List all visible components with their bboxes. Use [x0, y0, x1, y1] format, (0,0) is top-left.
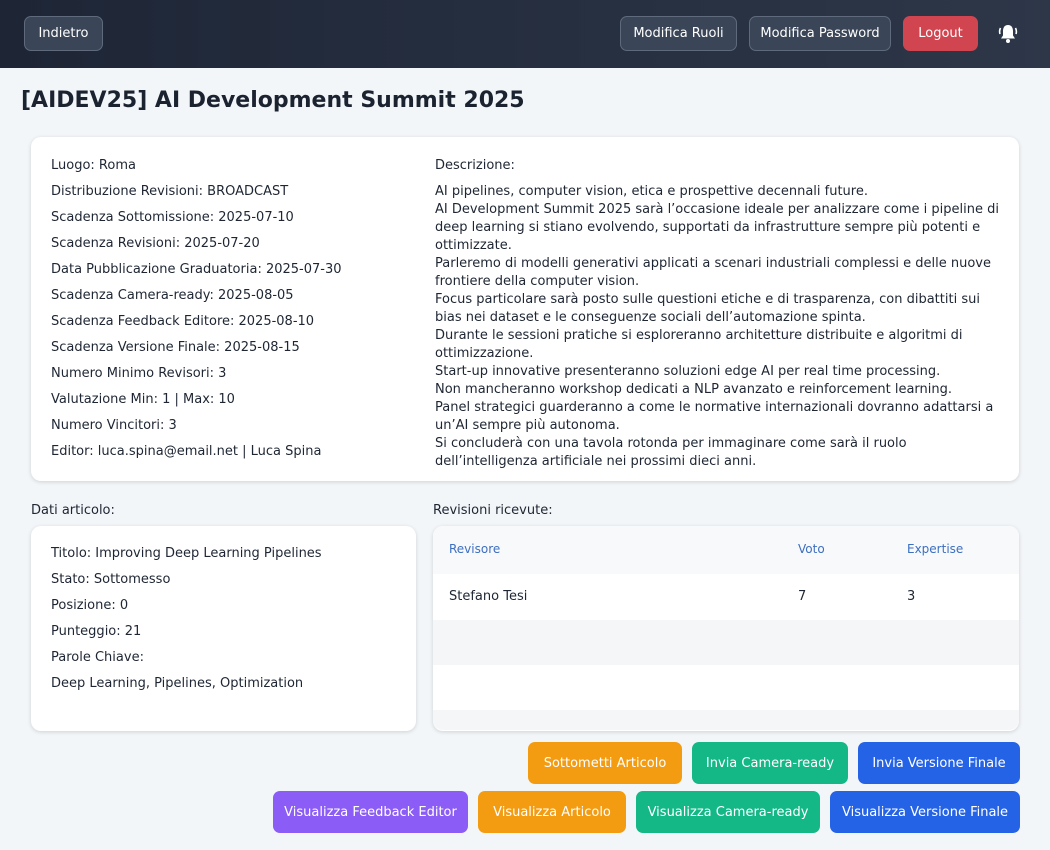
info-camera-ready-deadline: Scadenza Camera-ready: 2025-08-05 — [51, 288, 294, 303]
reviews-section-label: Revisioni ricevute: — [433, 503, 553, 518]
description-paragraph: AI pipelines, computer vision, etica e p… — [435, 184, 868, 199]
send-final-version-button[interactable]: Invia Versione Finale — [858, 742, 1020, 784]
article-info-list: Titolo: Improving Deep Learning Pipeline… — [51, 545, 322, 701]
info-location: Luogo: Roma — [51, 158, 136, 173]
view-final-version-button[interactable]: Visualizza Versione Finale — [830, 791, 1020, 833]
description-paragraph: Durante le sessioni pratiche si esplorer… — [435, 328, 963, 361]
article-position: Posizione: 0 — [51, 598, 129, 613]
article-keywords-label: Parole Chiave: — [51, 650, 144, 665]
back-button[interactable]: Indietro — [24, 16, 103, 51]
article-status: Stato: Sottomesso — [51, 572, 171, 587]
bell-icon[interactable] — [996, 22, 1020, 46]
description-paragraph: Non mancheranno workshop dedicati a NLP … — [435, 382, 953, 397]
article-section-label: Dati articolo: — [31, 503, 115, 518]
column-header-reviewer[interactable]: Revisore — [449, 542, 500, 556]
info-final-version-deadline: Scadenza Versione Finale: 2025-08-15 — [51, 340, 300, 355]
description-paragraph: Si concluderà con una tavola rotonda per… — [435, 436, 907, 469]
reviewer-name: Stefano Tesi — [449, 589, 528, 604]
info-review-deadline: Scadenza Revisioni: 2025-07-20 — [51, 236, 260, 251]
edit-password-button[interactable]: Modifica Password — [749, 16, 891, 51]
reviews-table-header: Revisore Voto Expertise — [433, 526, 1019, 574]
info-review-distribution: Distribuzione Revisioni: BROADCAST — [51, 184, 289, 199]
article-score: Punteggio: 21 — [51, 624, 142, 639]
description-paragraph: AI Development Summit 2025 sarà l’occasi… — [435, 202, 999, 253]
view-editor-feedback-button[interactable]: Visualizza Feedback Editor — [273, 791, 468, 833]
column-header-score[interactable]: Voto — [798, 542, 825, 556]
article-keywords: Deep Learning, Pipelines, Optimization — [51, 676, 304, 691]
conference-info-list: Luogo: Roma Distribuzione Revisioni: BRO… — [51, 157, 342, 469]
info-editor: Editor: luca.spina@email.net | Luca Spin… — [51, 444, 322, 459]
info-score-range: Valutazione Min: 1 | Max: 10 — [51, 392, 235, 407]
article-title: Titolo: Improving Deep Learning Pipeline… — [51, 546, 322, 561]
send-camera-ready-button[interactable]: Invia Camera-ready — [692, 742, 848, 784]
table-row[interactable]: Stefano Tesi 7 3 — [433, 575, 1019, 620]
info-ranking-date: Data Pubblicazione Graduatoria: 2025-07-… — [51, 262, 342, 277]
submit-article-button[interactable]: Sottometti Articolo — [528, 742, 682, 784]
table-row-empty — [433, 665, 1019, 710]
description-paragraph: Panel strategici guarderanno a come le n… — [435, 400, 994, 433]
description-text: AI pipelines, computer vision, etica e p… — [435, 183, 1005, 471]
info-editor-feedback-deadline: Scadenza Feedback Editore: 2025-08-10 — [51, 314, 315, 329]
edit-roles-button[interactable]: Modifica Ruoli — [620, 16, 737, 51]
info-min-reviewers: Numero Minimo Revisori: 3 — [51, 366, 227, 381]
description-paragraph: Focus particolare sarà posto sulle quest… — [435, 292, 980, 325]
top-navbar: Indietro Modifica Ruoli Modifica Passwor… — [0, 0, 1050, 68]
page-title: [AIDEV25] AI Development Summit 2025 — [21, 88, 525, 113]
info-winners-count: Numero Vincitori: 3 — [51, 418, 177, 433]
description-label: Descrizione: — [435, 158, 515, 173]
review-score: 7 — [798, 589, 807, 604]
view-camera-ready-button[interactable]: Visualizza Camera-ready — [636, 791, 820, 833]
description-paragraph: Parleremo di modelli generativi applicat… — [435, 256, 991, 289]
table-row-empty — [433, 620, 1019, 665]
description-paragraph: Start-up innovative presenteranno soluzi… — [435, 364, 941, 379]
column-header-expertise[interactable]: Expertise — [907, 542, 963, 556]
table-row-empty — [433, 710, 1019, 730]
logout-button[interactable]: Logout — [903, 16, 978, 51]
review-expertise: 3 — [907, 589, 916, 604]
view-article-button[interactable]: Visualizza Articolo — [478, 791, 626, 833]
info-submission-deadline: Scadenza Sottomissione: 2025-07-10 — [51, 210, 294, 225]
